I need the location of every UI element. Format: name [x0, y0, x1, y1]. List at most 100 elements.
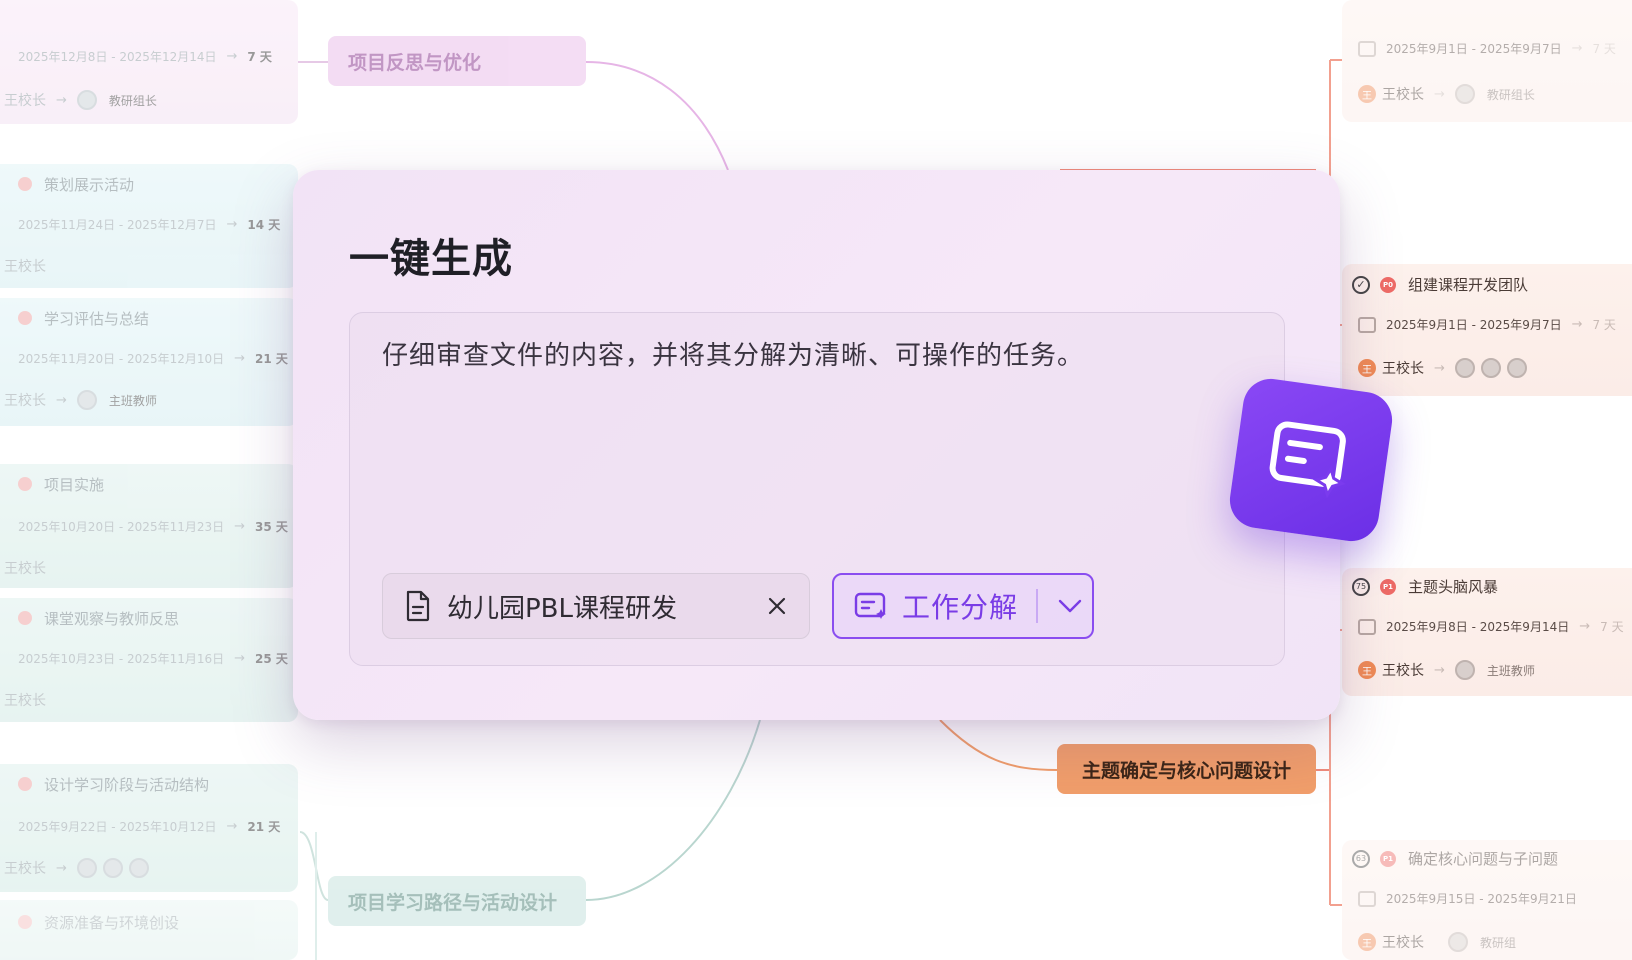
task-assignee: 教研组长	[1486, 87, 1535, 102]
priority-badge: P0	[1380, 276, 1396, 293]
task-owner: 王校长	[1382, 87, 1424, 103]
avatar	[1480, 358, 1501, 378]
task-assignee: 教研组长	[108, 93, 157, 108]
task-card-people-row: 王校长 → 主班教师	[4, 380, 290, 420]
task-owner: 王校长	[4, 861, 46, 877]
arrow-icon: →	[234, 650, 246, 666]
owner-badge: 王	[1358, 359, 1376, 377]
task-duration: 35 天	[255, 519, 288, 534]
arrow-icon: →	[56, 92, 67, 108]
task-owner: 王校长	[4, 259, 46, 275]
task-card[interactable]: 设计学习阶段与活动结构 2025年9月22日 - 2025年10月12日 → 2…	[0, 764, 298, 892]
task-dates: 2025年9月1日 - 2025年9月7日	[1386, 42, 1562, 56]
document-icon	[406, 590, 430, 622]
task-duration: 14 天	[247, 217, 281, 232]
close-icon[interactable]	[767, 596, 787, 616]
owner-badge: 王	[1358, 661, 1376, 679]
avatar	[1454, 84, 1475, 104]
task-card[interactable]: 策划展示活动 2025年11月24日 - 2025年12月7日 → 14 天 王…	[0, 164, 298, 288]
mode-select-divider	[1036, 589, 1038, 623]
chevron-down-icon[interactable]	[1058, 599, 1082, 613]
task-card[interactable]: 学习评估与总结 2025年11月20日 - 2025年12月10日 → 21 天…	[0, 298, 298, 426]
task-dates: 2025年9月22日 - 2025年10月12日	[18, 819, 217, 834]
branch-node-learning-path[interactable]: 项目学习路径与活动设计	[328, 876, 586, 926]
priority-icon	[18, 915, 32, 929]
task-card[interactable]: 资源准备与环境创设	[0, 900, 298, 960]
priority-badge: P1	[1380, 850, 1396, 867]
calendar-icon	[1358, 40, 1376, 57]
priority-icon	[18, 177, 32, 191]
task-dates: 2025年12月8日 - 2025年12月14日	[18, 49, 217, 64]
task-card-title-row: 项目实施	[18, 464, 290, 504]
arrow-icon: →	[1434, 360, 1445, 376]
task-card-title-row: 学习评估与总结	[18, 298, 290, 338]
calendar-icon	[1358, 890, 1376, 907]
branch-node-reflect[interactable]: 项目反思与优化	[328, 36, 586, 86]
task-owner: 王校长	[1382, 935, 1424, 951]
task-card[interactable]: 2025年12月8日 - 2025年12月14日 → 7 天 王校长 → 教研组…	[0, 0, 298, 124]
ai-task-sparkle-icon	[1269, 421, 1346, 499]
task-duration: 7 天	[247, 49, 272, 64]
task-card-title-row: 设计学习阶段与活动结构	[18, 764, 290, 804]
task-card[interactable]: 2025年9月1日 - 2025年9月7日 → 7 天 王 王校长 → 教研组长	[1342, 0, 1632, 122]
task-duration: 21 天	[247, 819, 281, 834]
mode-select[interactable]: 工作分解	[832, 573, 1094, 639]
attached-file-name: 幼儿园PBL课程研发	[447, 593, 678, 624]
task-card-title-row: 63 P1 确定核心问题与子问题	[1352, 848, 1632, 869]
owner-badge: 王	[1358, 933, 1376, 951]
avatar	[1448, 932, 1468, 952]
task-dates: 2025年9月1日 - 2025年9月7日	[1386, 318, 1562, 332]
avatar	[76, 858, 97, 878]
avatar	[76, 90, 97, 110]
task-owner: 王校长	[1382, 361, 1424, 377]
task-card-title-row: 策划展示活动	[18, 164, 290, 204]
task-owner: 王校长	[4, 393, 46, 409]
task-card[interactable]: 63 P1 确定核心问题与子问题 2025年9月15日 - 2025年9月21日…	[1342, 840, 1632, 960]
arrow-icon: →	[1434, 662, 1445, 678]
task-card-people-row: 王校长 →	[4, 848, 290, 888]
task-card[interactable]: 项目实施 2025年10月20日 - 2025年11月23日 → 35 天 王校…	[0, 464, 298, 588]
task-duration: 25 天	[255, 651, 288, 666]
task-card-dates-row: 2025年9月8日 - 2025年9月14日 → 7 天	[1352, 618, 1632, 635]
task-title: 课堂观察与教师反思	[44, 609, 180, 628]
task-title: 项目实施	[44, 475, 105, 494]
owner-badge: 王	[1358, 85, 1376, 103]
task-card-people-row: 王 王校长 → 主班教师	[1352, 660, 1632, 680]
prompt-text[interactable]: 仔细审查文件的内容，并将其分解为清晰、可操作的任务。	[382, 335, 1252, 372]
task-card[interactable]: ✓ P0 组建课程开发团队 2025年9月1日 - 2025年9月7日 → 7 …	[1342, 264, 1632, 396]
task-card-dates-row: 2025年11月24日 - 2025年12月7日 → 14 天	[18, 204, 290, 244]
task-duration: 7 天	[1600, 620, 1624, 634]
avatar	[128, 858, 149, 878]
task-assignee: 教研组	[1480, 935, 1517, 950]
avatar	[1454, 358, 1475, 378]
task-title: 组建课程开发团队	[1408, 276, 1529, 294]
task-card-dates-row: 2025年10月20日 - 2025年11月23日 → 35 天	[18, 506, 290, 546]
attached-file-chip[interactable]: 幼儿园PBL课程研发	[382, 573, 810, 639]
task-title: 主题头脑风暴	[1408, 578, 1499, 596]
ai-generate-button[interactable]	[1226, 375, 1396, 545]
mode-select-label: 工作分解	[902, 591, 1019, 624]
priority-icon	[18, 311, 32, 325]
task-card-people-row: 王校长	[4, 548, 290, 588]
task-card-people-row: 王校长	[4, 246, 290, 286]
avatar	[76, 390, 97, 410]
arrow-icon: →	[226, 48, 238, 64]
task-card-dates-row: 2025年9月15日 - 2025年9月21日	[1352, 890, 1632, 907]
checkbox-icon[interactable]: ✓	[1352, 275, 1370, 294]
task-title: 策划展示活动	[44, 175, 135, 194]
arrow-icon: →	[1571, 317, 1583, 332]
prompt-input[interactable]: 仔细审查文件的内容，并将其分解为清晰、可操作的任务。 幼儿园PBL课程研发 工作…	[349, 312, 1285, 666]
arrow-icon: →	[1434, 86, 1445, 102]
arrow-icon: →	[226, 818, 238, 834]
generate-dialog: 一键生成 仔细审查文件的内容，并将其分解为清晰、可操作的任务。 幼儿园PBL课程…	[293, 170, 1340, 720]
branch-node-theme[interactable]: 主题确定与核心问题设计	[1057, 744, 1316, 794]
task-owner: 王校长	[4, 561, 46, 577]
avatar	[1454, 660, 1475, 680]
task-card[interactable]: 课堂观察与教师反思 2025年10月23日 - 2025年11月16日 → 25…	[0, 598, 298, 722]
arrow-icon: →	[1579, 619, 1591, 634]
task-card[interactable]: 75 P1 主题头脑风暴 2025年9月8日 - 2025年9月14日 → 7 …	[1342, 568, 1632, 696]
priority-icon	[18, 611, 32, 625]
task-dates: 2025年11月20日 - 2025年12月10日	[18, 351, 225, 366]
task-duration: 7 天	[1592, 42, 1616, 56]
priority-badge: P1	[1380, 578, 1396, 595]
